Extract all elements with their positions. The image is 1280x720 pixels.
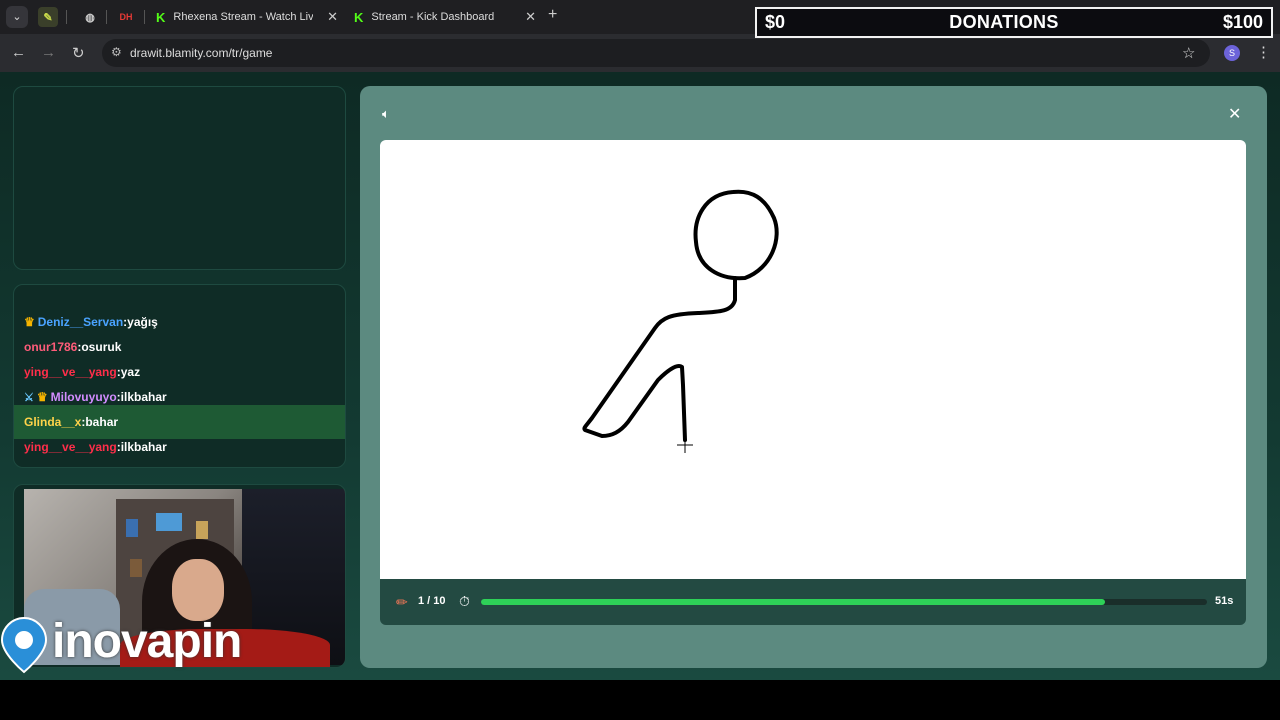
bookmark-star-icon[interactable]: ☆ [1182,44,1195,62]
streamer-face [172,559,224,621]
url-text: drawit.blamity.com/tr/game [130,46,273,60]
kick-icon: K [354,9,364,25]
chat-username[interactable]: onur1786 [24,340,77,354]
sword-icon: ⚔ [24,391,34,404]
pencil-icon: ✏ [396,594,408,610]
chat-text: :bahar [81,415,119,429]
drawing-canvas[interactable] [380,140,1246,579]
stick-figure-drawing [582,189,779,453]
tab-separator [66,10,67,24]
chat-username[interactable]: ying__ve__yang [24,440,117,454]
globe-icon: ◍ [85,11,95,24]
crosshair-cursor-icon [677,437,693,453]
crown-icon: ♛ [36,390,48,404]
drawing-game-modal: 🔈︎ ✕ ✏ 1 / 10 ⏱ 51s [360,86,1267,668]
chat-text: :ilkbahar [116,390,167,404]
tab-label: Stream - Kick Dashboard [371,11,495,23]
reload-icon[interactable]: ↻ [72,44,85,62]
tab-kick-dashboard[interactable]: K Stream - Kick Dashboard ✕ [346,4,540,30]
close-icon[interactable]: ✕ [1228,104,1241,124]
tab-label: Rhexena Stream - Watch Live o [173,11,314,23]
pinned-tab-game[interactable]: ✎ [38,7,58,27]
game-icon: ✎ [43,11,53,24]
drawing-head [693,189,779,281]
new-tab-button[interactable]: + [548,6,557,24]
chat-panel: ♛ Deniz__Servan :yağış onur1786 :osuruk … [13,284,346,468]
time-progress-fill [481,599,1106,605]
kick-icon: K [156,9,166,25]
bottom-letterbox [0,680,1280,720]
close-tab-icon[interactable]: ✕ [525,9,536,25]
tab-separator [144,10,145,24]
page-body: ♛ Deniz__Servan :yağış onur1786 :osuruk … [0,72,1280,680]
profile-avatar[interactable]: S [1224,45,1240,61]
address-toolbar: ← → ↻ ⚙ drawit.blamity.com/tr/game ☆ S ⋮ [0,34,1280,72]
sound-icon[interactable]: 🔈︎ [382,106,390,122]
forward-arrow-icon[interactable]: → [41,44,56,61]
chat-text: :osuruk [77,340,122,354]
chat-username[interactable]: Glinda__x [24,415,81,429]
sponsor-logo: inovapin [0,614,260,674]
chat-message: ying__ve__yang :ilkbahar [14,430,345,464]
menu-kebab-icon[interactable]: ⋮ [1256,43,1271,61]
pinned-tab-globe[interactable]: ◍ [80,7,100,27]
donations-title: DONATIONS [949,12,1059,32]
location-pin-icon [0,616,48,674]
chat-username[interactable]: ying__ve__yang [24,365,117,379]
crown-icon: ♛ [24,315,35,329]
logo-text: inovapin [52,615,242,668]
tab-separator [106,10,107,24]
donations-bar: $0 DONATIONS $100 [755,7,1273,38]
tab-rhexena-stream[interactable]: K Rhexena Stream - Watch Live o ✕ [148,4,342,30]
donations-goal: $100 [1222,12,1263,32]
game-status-bar: ✏ 1 / 10 ⏱ 51s [380,579,1246,625]
pinned-badge: DH [119,12,133,22]
time-left: 51s [1215,595,1234,607]
site-info-icon[interactable]: ⚙ [111,45,122,59]
chat-username[interactable]: Deniz__Servan [38,315,123,329]
chat-text: :yağış [123,315,158,329]
pinned-tab-dh[interactable]: DH [116,7,136,27]
chat-text: :ilkbahar [116,440,167,454]
back-arrow-icon[interactable]: ← [11,44,26,61]
time-progress-bar [481,599,1207,605]
chat-username[interactable]: Milovuyuyo [51,390,117,404]
tab-search-button[interactable]: ⌄ [6,6,28,28]
close-tab-icon[interactable]: ✕ [327,9,338,25]
empty-panel [13,86,346,270]
drawing-body [582,276,737,442]
round-counter: 1 / 10 [418,595,446,607]
url-bar[interactable]: ⚙ drawit.blamity.com/tr/game [102,39,1210,67]
chat-text: :yaz [116,365,141,379]
donations-current: $0 [765,12,786,32]
stopwatch-icon: ⏱ [459,593,470,609]
